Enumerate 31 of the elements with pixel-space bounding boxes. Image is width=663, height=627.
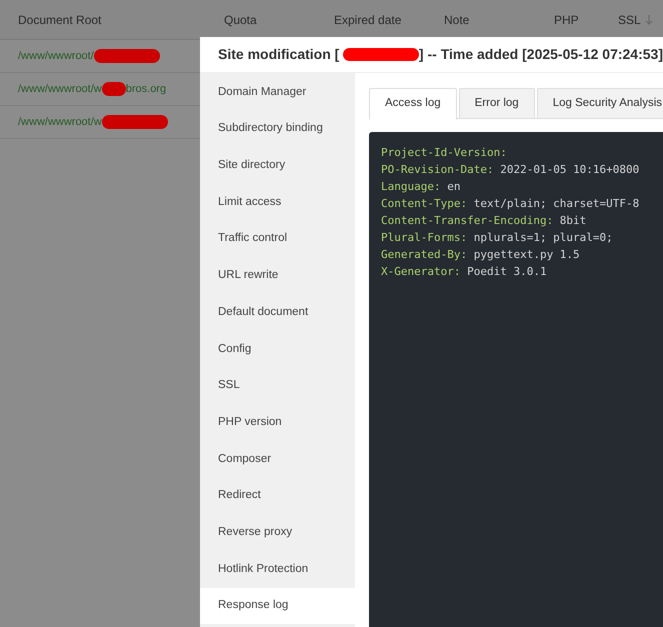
column-header: SSL bbox=[618, 12, 641, 28]
log-key: Content-Type: bbox=[381, 197, 468, 210]
redaction-mark bbox=[94, 49, 160, 63]
log-value: 2022-01-05 10:16+0800 bbox=[499, 163, 640, 176]
log-key: Language: bbox=[381, 180, 441, 193]
redaction-mark bbox=[102, 82, 126, 96]
log-key: Plural-Forms: bbox=[381, 231, 468, 244]
tab[interactable]: Log Security Analysis bbox=[536, 88, 663, 119]
log-value: 8bit bbox=[558, 214, 586, 227]
log-key: Project-Id-Version: bbox=[381, 146, 507, 159]
tab[interactable]: Access log bbox=[369, 88, 457, 120]
log-value: text/plain; charset=UTF-8 bbox=[472, 197, 640, 210]
log-key: PO-Revision-Date: bbox=[381, 163, 494, 176]
dialog-title: Site modification [ bbox=[218, 45, 340, 64]
tab[interactable]: Error log bbox=[458, 88, 535, 119]
log-value: en bbox=[446, 180, 460, 193]
log-key: X-Generator: bbox=[381, 265, 460, 278]
dialog-title: ] -- Time added [2025-05-12 07:24:53] bbox=[418, 45, 663, 64]
log-key: Content-Transfer-Encoding: bbox=[381, 214, 554, 227]
redaction-mark bbox=[102, 115, 168, 129]
column-header: PHP bbox=[554, 12, 579, 28]
log-key: Generated-By: bbox=[381, 248, 468, 261]
column-header: Note bbox=[444, 12, 470, 28]
column-header: Quota bbox=[224, 12, 257, 28]
log-value: pygettext.py 1.5 bbox=[472, 248, 580, 261]
sort-icon[interactable] bbox=[644, 14, 653, 24]
menu-item[interactable]: Response log bbox=[200, 588, 355, 624]
log-value: Poedit 3.0.1 bbox=[466, 265, 547, 278]
log-value: nplurals=1; plural=0; bbox=[472, 231, 613, 244]
column-header: Expired date bbox=[334, 12, 402, 28]
column-header: Document Root bbox=[18, 12, 102, 28]
